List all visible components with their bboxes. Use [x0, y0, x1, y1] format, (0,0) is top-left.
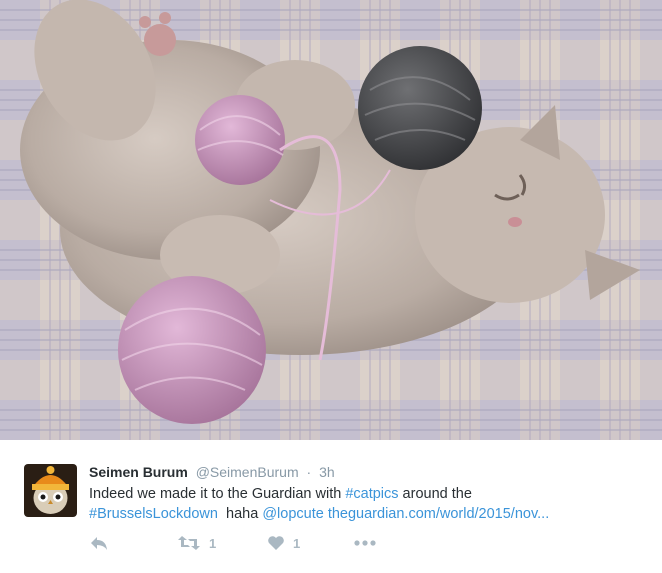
tweet-timestamp[interactable]: 3h [319, 464, 335, 480]
like-button[interactable]: 1 [267, 532, 300, 554]
avatar[interactable] [24, 464, 77, 517]
author-username[interactable]: @SeimenBurum [196, 464, 299, 480]
tweet-text: Indeed we made it to the Guardian with #… [89, 484, 649, 524]
more-button[interactable] [353, 532, 377, 554]
tweet-text-segment: around the [398, 486, 472, 502]
retweet-icon [178, 536, 200, 550]
reply-icon [91, 537, 107, 550]
header-separator: · [306, 464, 312, 480]
url-link[interactable]: theguardian.com/world/2015/nov... [328, 506, 549, 522]
heart-icon [268, 536, 284, 550]
hashtag-link[interactable]: #catpics [345, 486, 398, 502]
owl-with-knit-hat-avatar-icon [24, 464, 77, 517]
tweet-actions: 1 1 [89, 532, 649, 554]
retweet-button[interactable]: 1 [177, 532, 216, 554]
more-dots-icon [354, 540, 376, 546]
retweet-count: 1 [209, 535, 217, 551]
tweet-header: Seimen Burum @SeimenBurum · 3h [89, 463, 335, 481]
author-fullname[interactable]: Seimen Burum [89, 464, 188, 480]
tweet-card: Seimen Burum @SeimenBurum · 3h Indeed we… [0, 0, 662, 573]
kitten-photo-icon [0, 0, 662, 440]
tweet-photo[interactable] [0, 0, 662, 440]
reply-button[interactable] [89, 532, 109, 554]
tweet-text-segment: haha [217, 506, 263, 522]
like-count: 1 [293, 535, 301, 551]
mention-link[interactable]: @lopcute [262, 506, 323, 522]
hashtag-link[interactable]: #BrusselsLockdown [89, 506, 218, 522]
tweet-text-segment: Indeed we made it to the Guardian with [89, 486, 346, 502]
